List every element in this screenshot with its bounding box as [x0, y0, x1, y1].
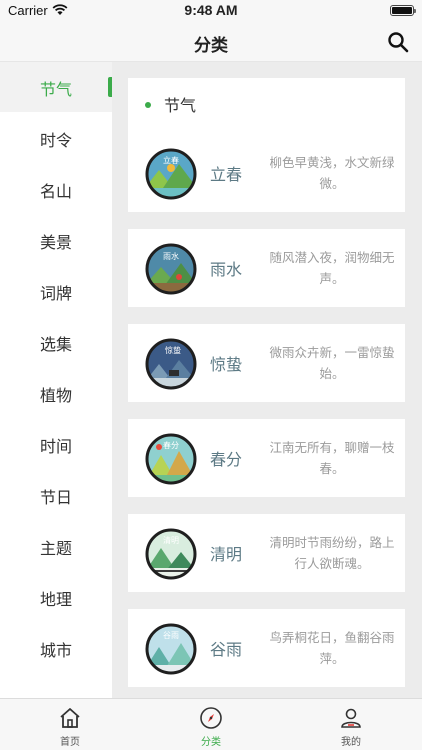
content-panel: 节气 立春 立春 柳色早黄浅，水文新绿微。 雨水 雨水 随风潜入夜，润物细无声。…: [112, 62, 422, 698]
sidebar-item-jieri[interactable]: 节日: [0, 470, 112, 520]
sidebar-item-label: 主题: [40, 539, 73, 558]
tab-label: 分类: [201, 737, 221, 748]
search-icon[interactable]: [386, 30, 410, 54]
term-name: 立春: [210, 165, 243, 184]
term-card[interactable]: 立春 立春 柳色早黄浅，水文新绿微。: [128, 134, 405, 212]
sidebar-item-label: 植物: [40, 386, 73, 405]
sidebar-item-label: 美景: [40, 233, 73, 252]
term-description: 微雨众卉新，一雷惊蛰始。: [269, 345, 395, 381]
profile-icon: [341, 708, 361, 728]
sidebar-item-meijing[interactable]: 美景: [0, 215, 112, 265]
term-description: 江南无所有，聊赠一枝春。: [269, 440, 395, 476]
term-name: 清明: [210, 545, 243, 564]
term-badge-text: 雨水: [163, 251, 179, 261]
term-description: 清明时节雨纷纷，路上行人欲断魂。: [269, 535, 395, 571]
status-time: 9:48 AM: [184, 2, 238, 18]
tab-profile[interactable]: 我的: [321, 703, 381, 748]
sidebar-item-cipai[interactable]: 词牌: [0, 266, 112, 316]
term-description: 鸟弄桐花日，鱼翻谷雨萍。: [269, 630, 395, 666]
sidebar-item-zhuti[interactable]: 主题: [0, 521, 112, 571]
term-badge-icon: 谷雨: [145, 623, 197, 675]
sidebar-item-label: 城市: [40, 641, 73, 660]
nav-bar: 分类: [0, 22, 422, 62]
status-bar: Carrier 9:48 AM: [0, 0, 422, 22]
sidebar-item-label: 节日: [40, 488, 73, 507]
tab-home[interactable]: 首页: [40, 703, 100, 748]
sidebar-item-mingshan[interactable]: 名山: [0, 164, 112, 214]
sidebar-item-label: 词牌: [40, 284, 73, 303]
term-name: 谷雨: [210, 640, 243, 659]
sidebar-item-label: 时令: [40, 131, 73, 150]
term-name: 春分: [210, 450, 243, 469]
term-description: 随风潜入夜，润物细无声。: [269, 250, 395, 286]
term-badge-text: 春分: [163, 440, 179, 450]
sidebar-item-label: 名山: [40, 182, 73, 201]
term-badge-text: 清明: [163, 535, 179, 545]
tab-label: 我的: [341, 737, 361, 748]
term-description: 柳色早黄浅，水文新绿微。: [269, 155, 395, 191]
term-badge-icon: 惊蛰: [145, 338, 197, 390]
sidebar-item-label: 节气: [40, 80, 73, 99]
sidebar-item-xuanji[interactable]: 选集: [0, 317, 112, 367]
term-card[interactable]: 惊蛰 惊蛰 微雨众卉新，一雷惊蛰始。: [128, 324, 405, 402]
tab-category[interactable]: 分类: [181, 703, 241, 748]
category-sidebar: 节气 时令 名山 美景 词牌 选集 植物 时间 节日 主题 地理 城市: [0, 62, 112, 698]
sidebar-item-label: 时间: [40, 437, 73, 456]
term-badge-text: 立春: [163, 155, 179, 165]
sidebar-item-dili[interactable]: 地理: [0, 572, 112, 622]
sidebar-item-label: 地理: [40, 590, 73, 609]
tab-label: 首页: [60, 737, 80, 748]
term-card[interactable]: 清明 清明 清明时节雨纷纷，路上行人欲断魂。: [128, 514, 405, 592]
term-badge-icon: 春分: [145, 433, 197, 485]
term-badge-text: 谷雨: [163, 631, 179, 640]
battery-icon: [390, 5, 416, 16]
sidebar-item-label: 选集: [40, 335, 73, 354]
section-title: 节气: [164, 96, 197, 115]
sidebar-item-zhiwu[interactable]: 植物: [0, 368, 112, 418]
tab-bar: 首页 分类 我的: [0, 698, 422, 750]
term-badge-text: 惊蛰: [165, 345, 181, 355]
home-icon: [60, 708, 80, 728]
compass-icon: [200, 707, 222, 729]
term-card[interactable]: 雨水 雨水 随风潜入夜，润物细无声。: [128, 229, 405, 307]
term-name: 惊蛰: [210, 355, 243, 374]
page-title: 分类: [194, 36, 228, 56]
sidebar-item-jieqi[interactable]: 节气: [0, 62, 112, 112]
term-name: 雨水: [210, 260, 243, 279]
term-badge-icon: 雨水: [145, 243, 197, 295]
term-card[interactable]: 春分 春分 江南无所有，聊赠一枝春。: [128, 419, 405, 497]
sidebar-item-shijian[interactable]: 时间: [0, 419, 112, 469]
section-dot: [145, 102, 151, 108]
term-badge-icon: 清明: [145, 528, 197, 580]
term-badge-icon: 立春: [145, 148, 197, 200]
sidebar-item-chengshi[interactable]: 城市: [0, 623, 112, 673]
sidebar-item-shiling[interactable]: 时令: [0, 113, 112, 163]
term-card[interactable]: 谷雨 谷雨 鸟弄桐花日，鱼翻谷雨萍。: [128, 609, 405, 687]
